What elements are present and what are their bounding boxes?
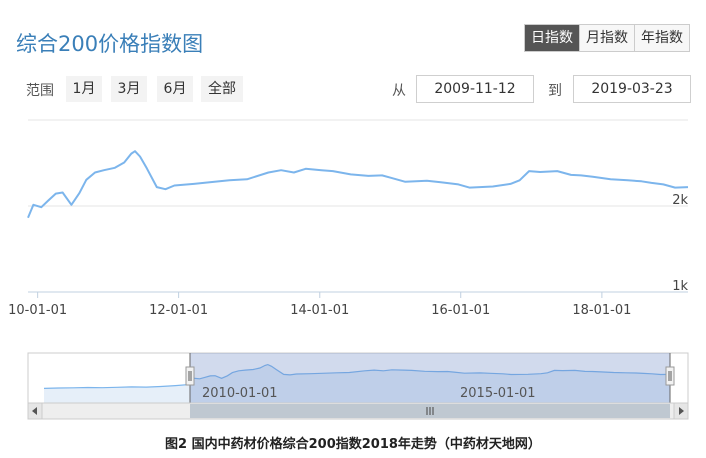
from-date-input[interactable] <box>416 75 534 103</box>
navigator-tick-label: 2015-01-01 <box>460 386 536 401</box>
x-tick-label: 18-01-01 <box>572 303 631 318</box>
from-label: 从 <box>392 83 406 99</box>
range-6m-button[interactable]: 6月 <box>157 76 193 102</box>
scroll-left-button[interactable] <box>27 402 43 420</box>
navigator[interactable]: 2010-01-01 2015-01-01 <box>0 345 706 425</box>
to-label: 到 <box>548 83 562 99</box>
range-1m-button[interactable]: 1月 <box>66 76 102 102</box>
range-label: 范围 <box>26 83 54 99</box>
range-3m-button[interactable]: 3月 <box>111 76 147 102</box>
daily-index-button[interactable]: 日指数 <box>525 25 579 51</box>
chart-title: 综合200价格指数图 <box>16 32 204 56</box>
period-toggle-group: 日指数 月指数 年指数 <box>524 24 690 52</box>
x-tick-label: 10-01-01 <box>8 303 67 318</box>
to-date-input[interactable] <box>573 75 691 103</box>
y-tick-label: 1k <box>672 279 688 294</box>
y-tick-labels: 2k 1k <box>672 193 688 294</box>
navigator-right-handle[interactable] <box>665 366 675 386</box>
range-all-button[interactable]: 全部 <box>201 76 243 102</box>
x-tick-labels: 10-01-01 12-01-01 14-01-01 16-01-01 18-01-01 <box>8 292 631 318</box>
figure-caption: 图2 国内中药材价格综合200指数2018年走势（中药材天地网） <box>165 437 541 452</box>
x-tick-label: 14-01-01 <box>290 303 349 318</box>
yearly-index-button[interactable]: 年指数 <box>634 25 689 51</box>
navigator-left-handle[interactable] <box>185 366 195 386</box>
scroll-right-button[interactable] <box>673 402 689 420</box>
y-tick-label: 2k <box>672 193 688 208</box>
x-tick-label: 16-01-01 <box>431 303 490 318</box>
grid-lines <box>28 119 688 293</box>
navigator-tick-label: 2010-01-01 <box>202 386 278 401</box>
monthly-index-button[interactable]: 月指数 <box>579 25 634 51</box>
index-series-line <box>27 150 689 219</box>
x-tick-label: 12-01-01 <box>149 303 208 318</box>
series-line-layer <box>27 150 689 219</box>
